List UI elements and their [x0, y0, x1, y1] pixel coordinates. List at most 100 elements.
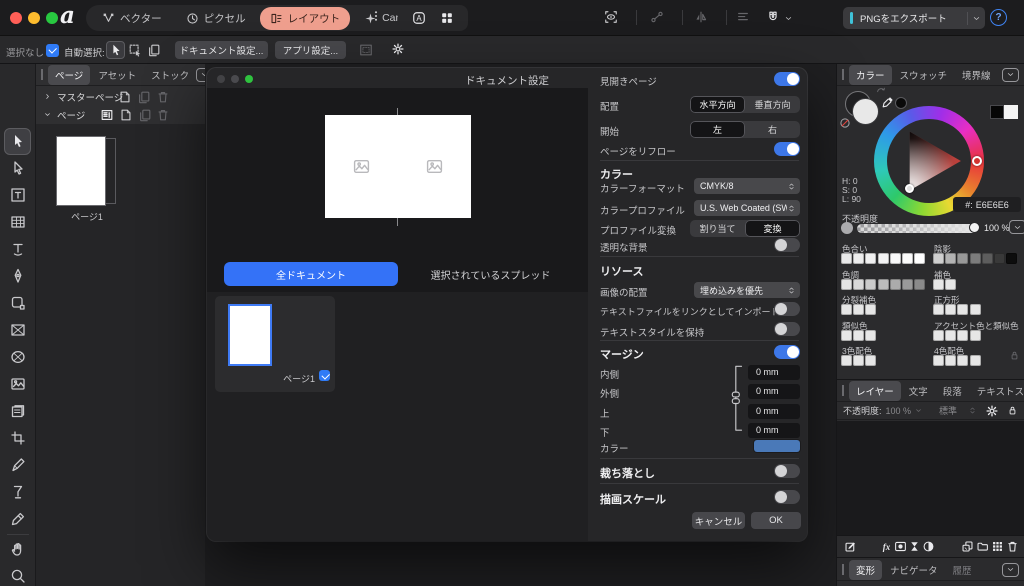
panel-menu-button[interactable] [1002, 68, 1019, 82]
style-picker-tool[interactable] [10, 484, 26, 500]
harmony-swatch[interactable] [890, 279, 901, 290]
profile-assign-option[interactable]: 割り当て [690, 220, 745, 237]
export-button[interactable]: PNGをエクスポート [843, 7, 985, 29]
opacity-swatch[interactable] [841, 222, 853, 234]
panel-menu-button[interactable] [1002, 563, 1019, 577]
harmony-swatch[interactable] [933, 304, 944, 315]
color-tab-3[interactable]: 境界線 [955, 65, 998, 85]
edit-layer-icon[interactable] [844, 540, 857, 553]
harmony-swatch[interactable] [933, 253, 944, 264]
harmony-swatch[interactable] [994, 253, 1005, 264]
harmony-swatch[interactable] [853, 330, 864, 341]
spread-tile-thumbnail[interactable] [228, 304, 272, 366]
eyedropper-icon[interactable] [881, 95, 895, 109]
harmony-swatch[interactable] [945, 330, 956, 341]
opacity-dropdown[interactable] [1009, 220, 1024, 234]
fx-icon[interactable]: fx [880, 540, 893, 553]
persona-tab-2[interactable]: ピクセル [176, 7, 256, 30]
harmony-swatch[interactable] [841, 253, 852, 264]
trash-icon[interactable] [1006, 540, 1019, 553]
layers-list[interactable] [837, 421, 1024, 535]
black-swatch[interactable] [990, 105, 1004, 119]
harmony-swatch[interactable] [865, 253, 876, 264]
chevron-down-icon[interactable] [914, 406, 923, 415]
add-page-icon[interactable] [119, 108, 133, 122]
margin-input-3[interactable]: 0 mm [748, 404, 800, 419]
harmony-swatch[interactable] [890, 253, 901, 264]
hand-tool[interactable] [10, 541, 26, 557]
minimize-window-button[interactable] [28, 12, 40, 24]
harmony-swatch[interactable] [945, 279, 956, 290]
layers-tab-1[interactable]: レイヤー [849, 381, 901, 401]
harmony-swatch[interactable] [865, 355, 876, 366]
settings-button[interactable] [391, 42, 405, 56]
margin-input-2[interactable]: 0 mm [748, 384, 800, 399]
color-tab-1[interactable]: カラー [849, 65, 892, 85]
harmony-swatch[interactable] [957, 330, 968, 341]
transform-tab-3[interactable]: 履歴 [946, 560, 979, 580]
master-pages-row[interactable]: マスターページ [36, 88, 205, 105]
fill-color-well[interactable] [852, 98, 879, 125]
select-cursor-button[interactable] [106, 41, 125, 59]
persona-tab-3[interactable]: レイアウト [260, 7, 351, 30]
harmony-swatch[interactable] [841, 330, 852, 341]
panel-drag-handle[interactable] [842, 564, 844, 575]
document-settings-button[interactable]: ドキュメント設定... [175, 41, 268, 59]
artistic-text-tool[interactable] [10, 241, 26, 257]
harmony-swatch[interactable] [878, 279, 889, 290]
spread-include-checkbox[interactable] [319, 370, 330, 381]
harmony-swatch[interactable] [853, 355, 864, 366]
margin-input-1[interactable]: 0 mm [748, 365, 800, 380]
picture-frame-rect-tool[interactable] [10, 322, 26, 338]
color-picker-tool[interactable] [10, 511, 26, 527]
opacity-slider[interactable] [857, 224, 977, 233]
marquee-select-button[interactable] [128, 43, 142, 57]
language-icon[interactable]: A [412, 11, 426, 25]
opacity-knob[interactable] [969, 222, 980, 233]
adjustment-layer-icon[interactable] [908, 540, 921, 553]
layers-tab-3[interactable]: 段落 [936, 381, 969, 401]
color-tab-2[interactable]: スウォッチ [893, 65, 955, 85]
harmony-swatch[interactable] [933, 355, 944, 366]
add-master-page-icon[interactable] [118, 90, 132, 104]
start-right-option[interactable]: 右 [745, 121, 800, 138]
harmony-swatch[interactable] [957, 355, 968, 366]
harmony-swatch[interactable] [1006, 253, 1017, 264]
layer-lock-icon[interactable] [1007, 405, 1018, 416]
harmony-swatch[interactable] [865, 279, 876, 290]
pattern-layer-icon[interactable] [991, 540, 1004, 553]
scope-selected-spread-button[interactable]: 選択されているスプレッド [398, 262, 583, 286]
harmony-lock-icon[interactable] [1009, 350, 1020, 361]
snapping-link-icon[interactable] [650, 10, 664, 24]
place-image-tool[interactable] [10, 376, 26, 392]
layers-tab-2[interactable]: 文字 [902, 381, 935, 401]
pages-tool[interactable] [10, 403, 26, 419]
harmony-swatch[interactable] [957, 253, 968, 264]
harmony-swatch[interactable] [841, 355, 852, 366]
harmony-swatch[interactable] [970, 330, 981, 341]
harmony-swatch[interactable] [914, 279, 925, 290]
margin-input-4[interactable]: 0 mm [748, 423, 800, 438]
transparent-bg-toggle[interactable] [774, 238, 800, 252]
arrange-vertical-option[interactable]: 垂直方向 [745, 96, 800, 113]
pages-tab-3[interactable]: ストック [144, 65, 196, 85]
apply-master-icon[interactable] [100, 108, 114, 122]
move-tool[interactable] [10, 133, 26, 149]
stepper-icon[interactable] [968, 406, 977, 415]
link-text-files-toggle[interactable] [774, 302, 800, 316]
harmony-swatch[interactable] [945, 304, 956, 315]
delete-page-icon[interactable] [156, 108, 170, 122]
studio-grid-icon[interactable] [440, 11, 454, 25]
auto-select-checkbox[interactable] [46, 44, 59, 57]
flip-icon[interactable] [694, 10, 708, 24]
harmony-swatch[interactable] [878, 253, 889, 264]
snapping-magnet-icon[interactable] [766, 10, 780, 24]
duplicate-master-icon[interactable] [137, 90, 151, 104]
white-swatch[interactable] [1004, 105, 1018, 119]
harmony-swatch[interactable] [970, 253, 981, 264]
group-layer-icon[interactable] [976, 540, 989, 553]
blend-mode-value[interactable]: 標準 [939, 404, 957, 417]
margins-toggle[interactable] [774, 345, 800, 359]
export-dropdown-icon[interactable] [972, 14, 981, 23]
chevron-down-icon[interactable] [43, 110, 52, 119]
